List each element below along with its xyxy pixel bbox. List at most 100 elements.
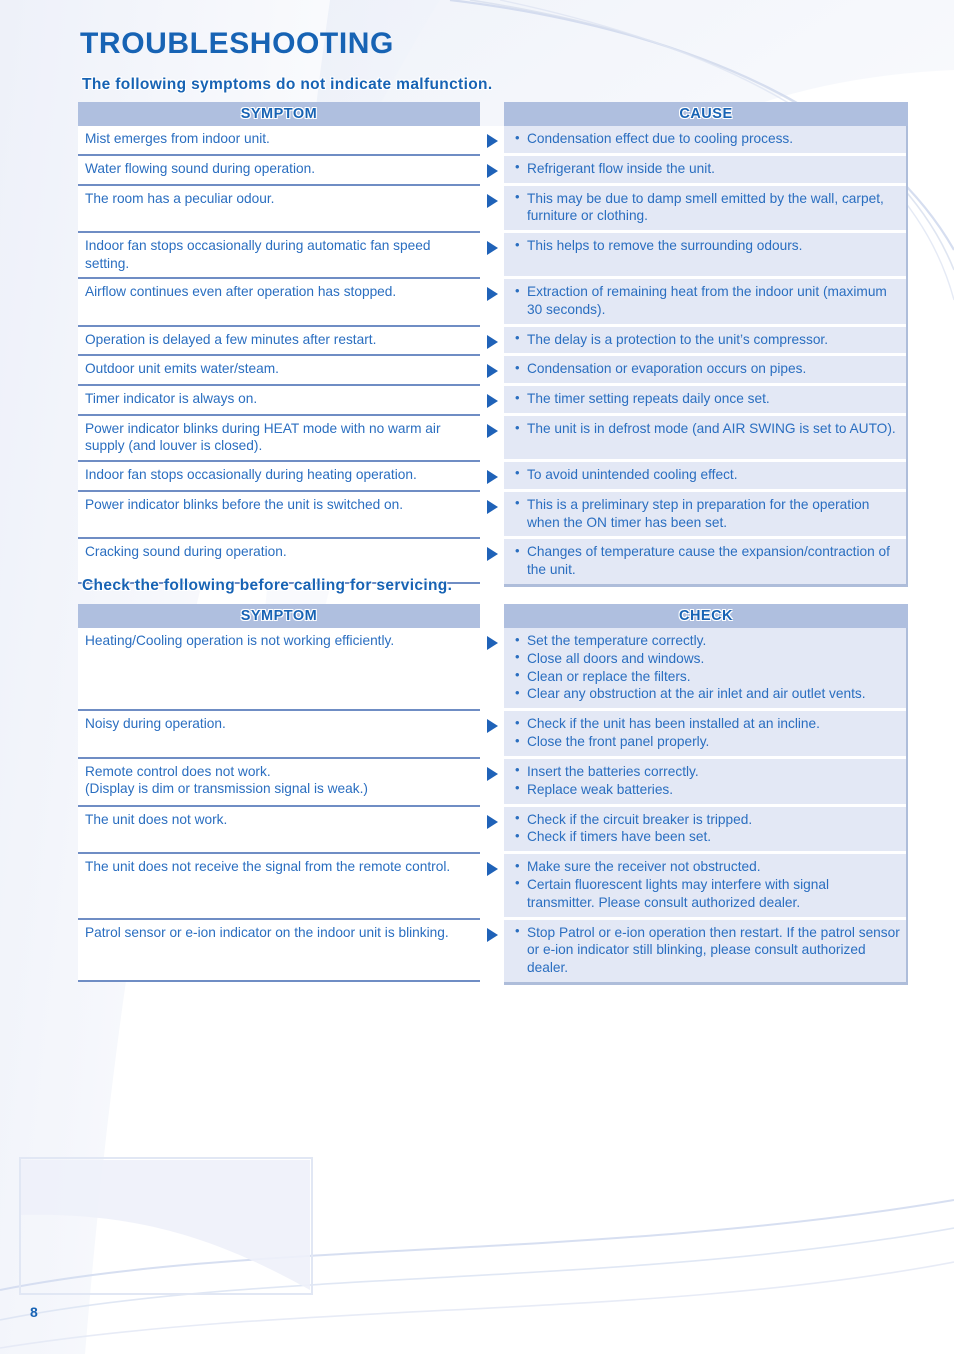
- symptom-text: Noisy during operation.: [85, 716, 226, 732]
- bullet-list: This may be due to damp smell emitted by…: [514, 189, 900, 226]
- table-row: Airflow continues even after operation h…: [78, 279, 908, 327]
- symptom-cell: Power indicator blinks before the unit i…: [78, 491, 480, 540]
- symptom-text: The unit does not receive the signal fro…: [85, 859, 451, 875]
- cause-cell: The timer setting repeats daily once set…: [504, 386, 908, 417]
- triangle-right-icon: [486, 636, 498, 650]
- symptom-cell: Power indicator blinks during HEAT mode …: [78, 416, 480, 462]
- column-header-check: CHECK: [504, 604, 908, 628]
- bullet-list: Check if the unit has been installed at …: [514, 715, 900, 751]
- bullet-item: Extraction of remaining heat from the in…: [514, 283, 900, 319]
- triangle-right-icon: [486, 499, 498, 514]
- symptom-cause-table: SYMPTOM CAUSE Mist emerges from indoor u…: [78, 102, 908, 587]
- symptom-text: Cracking sound during operation.: [85, 544, 287, 560]
- table-row: Timer indicator is always on. The timer s…: [78, 386, 908, 417]
- table-row: Power indicator blinks before the unit i…: [78, 491, 908, 540]
- arrow-cell: [480, 711, 504, 759]
- triangle-right-icon: [486, 547, 498, 562]
- table-row: The unit does not receive the signal fro…: [78, 854, 908, 920]
- bullet-list: Check if the circuit breaker is tripped.…: [514, 810, 900, 847]
- symptom-cell: Remote control does not work. (Display i…: [78, 758, 480, 807]
- table-row: Noisy during operation. Check if the unit…: [78, 711, 908, 759]
- arrow-cell: [480, 758, 504, 807]
- symptom-text: Water flowing sound during operation.: [85, 160, 316, 176]
- bullet-item: Check if the unit has been installed at …: [514, 715, 900, 733]
- arrow-cell: [480, 461, 504, 492]
- cause-cell: The unit is in defrost mode (and AIR SWI…: [504, 416, 908, 462]
- symptom-text: Remote control does not work. (Display i…: [85, 763, 368, 797]
- bullet-item: Certain fluorescent lights may interfere…: [514, 875, 900, 912]
- symptom-cell: Water flowing sound during operation.: [78, 155, 480, 186]
- symptom-cell: Timer indicator is always on.: [78, 386, 480, 417]
- page-title: TROUBLESHOOTING: [80, 27, 394, 60]
- cause-cell: This is a preliminary step in preparatio…: [504, 491, 908, 540]
- table-row: Water flowing sound during operation. Ref…: [78, 155, 908, 186]
- table-row: Indoor fan stops occasionally during hea…: [78, 461, 908, 492]
- check-cell: Set the temperature correctly.Close all …: [504, 628, 908, 712]
- cause-cell: Refrigerant flow inside the unit.: [504, 155, 908, 186]
- cause-cell: Extraction of remaining heat from the in…: [504, 279, 908, 327]
- symptom-text: The unit does not work.: [85, 811, 228, 827]
- table-row: Outdoor unit emits water/steam. Condensat…: [78, 356, 908, 387]
- bullet-item: Close the front panel properly.: [514, 733, 900, 751]
- bullet-list: Extraction of remaining heat from the in…: [514, 283, 900, 319]
- bullet-item: Check if timers have been set.: [514, 828, 900, 846]
- symptom-cell: Airflow continues even after operation h…: [78, 279, 480, 327]
- bullet-item: Refrigerant flow inside the unit.: [514, 159, 900, 178]
- triangle-right-icon: [486, 766, 498, 781]
- triangle-right-icon: [486, 814, 498, 829]
- arrow-cell: [480, 155, 504, 186]
- bullet-item: Condensation or evaporation occurs on pi…: [514, 360, 900, 378]
- triangle-right-icon: [486, 927, 498, 942]
- symptom-cell: Noisy during operation.: [78, 711, 480, 759]
- triangle-right-icon: [486, 163, 498, 178]
- page-number: 8: [30, 1304, 38, 1320]
- symptom-cell: Indoor fan stops occasionally during aut…: [78, 233, 480, 280]
- table-header-row: SYMPTOM CAUSE: [78, 102, 908, 126]
- arrow-cell: [480, 233, 504, 280]
- symptom-cell: Outdoor unit emits water/steam.: [78, 356, 480, 387]
- bullet-list: The unit is in defrost mode (and AIR SWI…: [514, 420, 900, 438]
- bullet-item: Close all doors and windows.: [514, 649, 900, 668]
- column-header-symptom: SYMPTOM: [78, 102, 480, 126]
- bullet-item: Changes of temperature cause the expansi…: [514, 543, 900, 579]
- symptom-cell: The unit does not receive the signal fro…: [78, 854, 480, 920]
- table-row: The unit does not work. Check if the circ…: [78, 806, 908, 855]
- table-row: Remote control does not work. (Display i…: [78, 758, 908, 807]
- symptom-cell: Mist emerges from indoor unit.: [78, 126, 480, 156]
- bullet-item: Clear any obstruction at the air inlet a…: [514, 685, 900, 703]
- triangle-right-icon: [486, 334, 498, 349]
- check-cell: Check if the circuit breaker is tripped.…: [504, 806, 908, 855]
- arrow-cell: [480, 356, 504, 387]
- bullet-list: The timer setting repeats daily once set…: [514, 390, 900, 408]
- cause-cell: Condensation or evaporation occurs on pi…: [504, 356, 908, 387]
- symptom-text: Power indicator blinks before the unit i…: [85, 496, 404, 512]
- symptom-text: Heating/Cooling operation is not working…: [85, 633, 395, 648]
- symptom-text: Timer indicator is always on.: [85, 391, 258, 407]
- bullet-list: Refrigerant flow inside the unit.: [514, 159, 900, 178]
- bullet-list: Make sure the receiver not obstructed.Ce…: [514, 858, 900, 911]
- triangle-right-icon: [486, 134, 498, 148]
- bullet-item: The unit is in defrost mode (and AIR SWI…: [514, 420, 900, 438]
- header-gap: [480, 604, 504, 628]
- arrow-cell: [480, 919, 504, 982]
- symptom-cell: Heating/Cooling operation is not working…: [78, 628, 480, 712]
- symptom-text: Power indicator blinks during HEAT mode …: [85, 421, 441, 454]
- section-heading-symptoms: The following symptoms do not indicate m…: [82, 76, 493, 93]
- bullet-list: Condensation or evaporation occurs on pi…: [514, 360, 900, 378]
- table-header-row: SYMPTOM CHECK: [78, 604, 908, 628]
- table-row: Mist emerges from indoor unit. Condensati…: [78, 126, 908, 156]
- table-body: Mist emerges from indoor unit. Condensati…: [78, 126, 908, 584]
- column-header-symptom: SYMPTOM: [78, 604, 480, 628]
- table-row: Indoor fan stops occasionally during aut…: [78, 233, 908, 280]
- bullet-item: Insert the batteries correctly.: [514, 762, 900, 781]
- bullet-item: Clean or replace the filters.: [514, 667, 900, 686]
- bullet-item: This may be due to damp smell emitted by…: [514, 189, 900, 226]
- arrow-cell: [480, 539, 504, 584]
- symptom-text: Indoor fan stops occasionally during aut…: [85, 238, 431, 271]
- cause-cell: Condensation effect due to cooling proce…: [504, 126, 908, 156]
- symptom-text: The room has a peculiar odour.: [85, 190, 275, 206]
- symptom-text: Operation is delayed a few minutes after…: [85, 331, 377, 347]
- symptom-text: Mist emerges from indoor unit.: [85, 131, 270, 146]
- section-heading-check: Check the following before calling for s…: [82, 577, 453, 594]
- arrow-cell: [480, 854, 504, 920]
